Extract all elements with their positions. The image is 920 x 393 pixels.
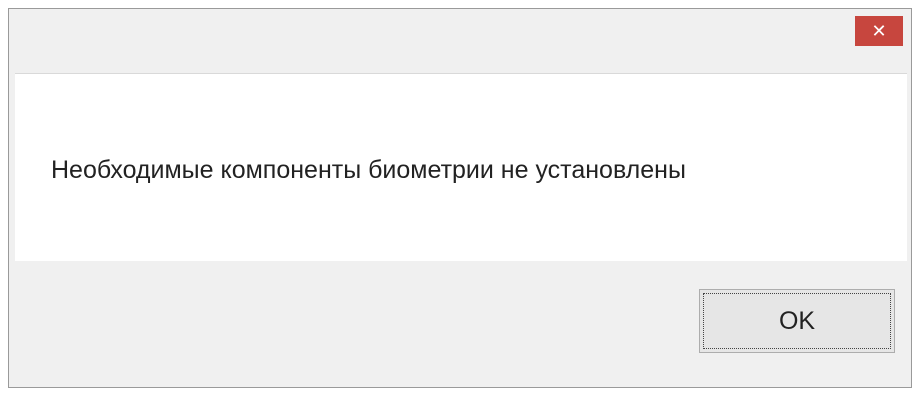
dialog-message: Необходимые компоненты биометрии не уста… [51,156,686,184]
ok-button[interactable]: OK [699,289,895,353]
ok-button-label: OK [778,306,816,335]
title-bar[interactable]: ✕ [9,9,911,73]
close-button[interactable]: ✕ [855,16,903,46]
message-area: Необходимые компоненты биометрии не уста… [15,73,907,261]
message-dialog: ✕ Необходимые компоненты биометрии не ус… [8,8,912,388]
close-icon: ✕ [871,21,887,41]
button-bar: OK [15,261,907,381]
